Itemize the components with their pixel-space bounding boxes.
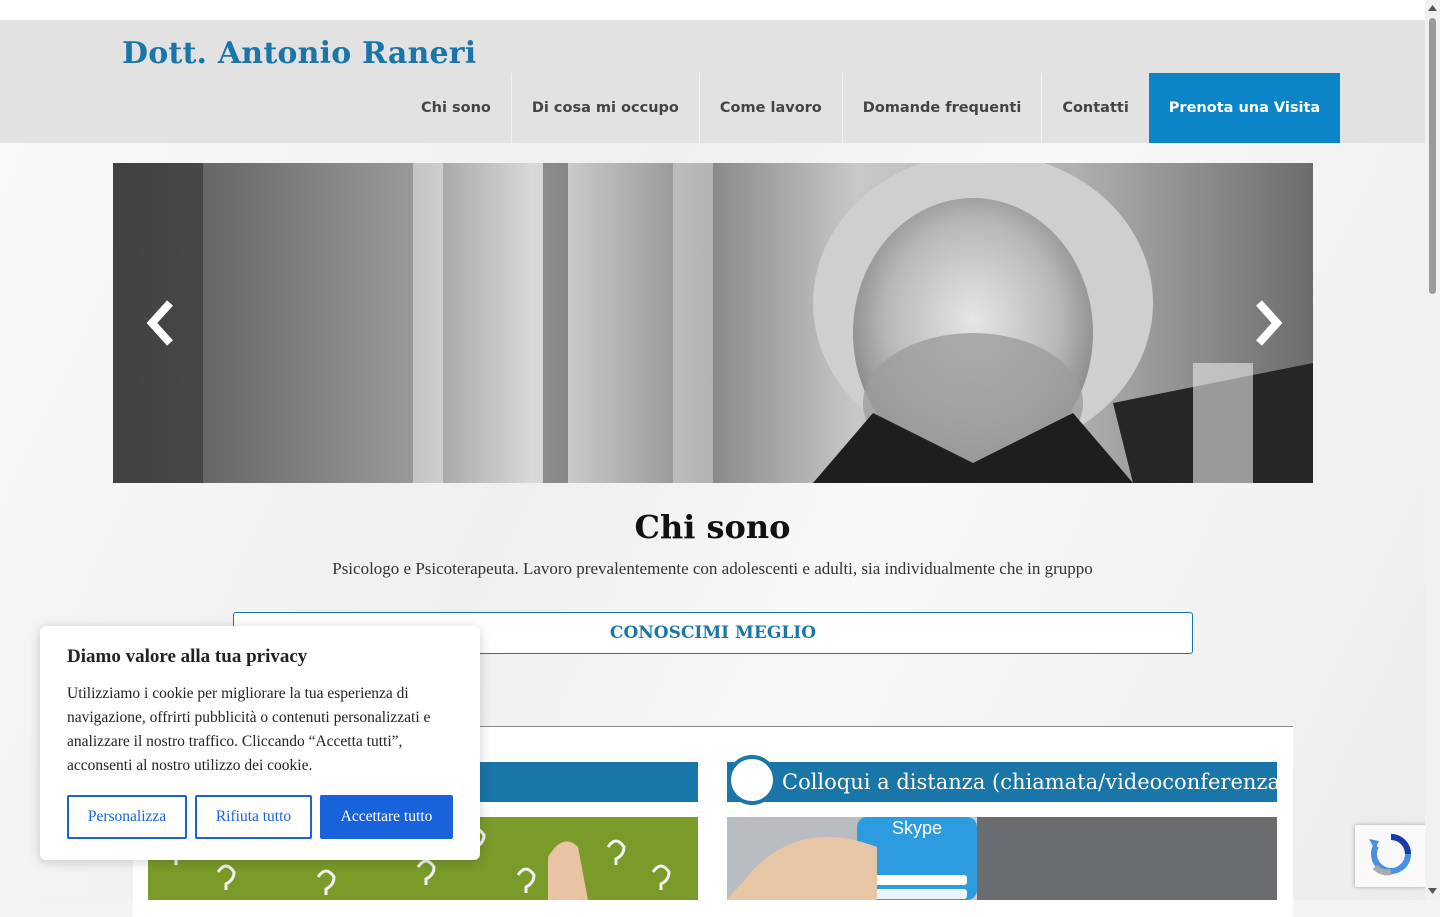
circle-badge-icon <box>727 755 777 805</box>
reject-all-button[interactable]: Rifiuta tutto <box>195 795 312 839</box>
nav-item-di-cosa-mi-occupo[interactable]: Di cosa mi occupo <box>512 73 700 143</box>
nav-item-domande-frequenti[interactable]: Domande frequenti <box>843 73 1043 143</box>
nav-item-come-lavoro[interactable]: Come lavoro <box>700 73 843 143</box>
main-nav: Chi sono Di cosa mi occupo Come lavoro D… <box>401 73 1341 143</box>
nav-item-contatti[interactable]: Contatti <box>1042 73 1148 143</box>
top-strip <box>0 0 1425 20</box>
chevron-right-icon[interactable] <box>1249 295 1289 351</box>
cookie-consent-banner: Diamo valore alla tua privacy Utilizziam… <box>40 626 480 860</box>
portrait-photo <box>113 163 1313 483</box>
site-logo[interactable]: Dott. Antonio Raneri <box>122 36 476 71</box>
scrollbar-thumb[interactable] <box>1429 18 1436 294</box>
hero-title: Chi sono <box>634 508 791 546</box>
scroll-down-arrow-icon[interactable] <box>1427 886 1438 896</box>
card-title-colloqui: Colloqui a distanza (chiamata/videoconfe… <box>782 770 1289 794</box>
recaptcha-badge[interactable] <box>1355 825 1427 887</box>
skype-logo-text: Skype <box>892 818 942 838</box>
card-header-colloqui[interactable]: Colloqui a distanza (chiamata/videoconfe… <box>727 762 1288 802</box>
book-visit-button[interactable]: Prenota una Visita <box>1148 73 1341 143</box>
recaptcha-icon <box>1369 834 1411 876</box>
skype-phone-image[interactable]: Skype <box>727 817 1277 900</box>
nav-item-chi-sono[interactable]: Chi sono <box>401 73 512 143</box>
accept-all-button[interactable]: Accettare tutto <box>320 795 453 839</box>
customize-button[interactable]: Personalizza <box>67 795 187 839</box>
hero-slider-image <box>113 163 1313 483</box>
chevron-left-icon[interactable] <box>140 295 180 351</box>
hero-subtitle: Psicologo e Psicoterapeuta. Lavoro preva… <box>332 559 1093 578</box>
scroll-up-arrow-icon[interactable] <box>1427 3 1438 13</box>
cookie-title: Diamo valore alla tua privacy <box>67 646 308 667</box>
cookie-text: Utilizziamo i cookie per migliorare la t… <box>67 685 431 774</box>
phone-photo: Skype <box>727 817 1277 900</box>
